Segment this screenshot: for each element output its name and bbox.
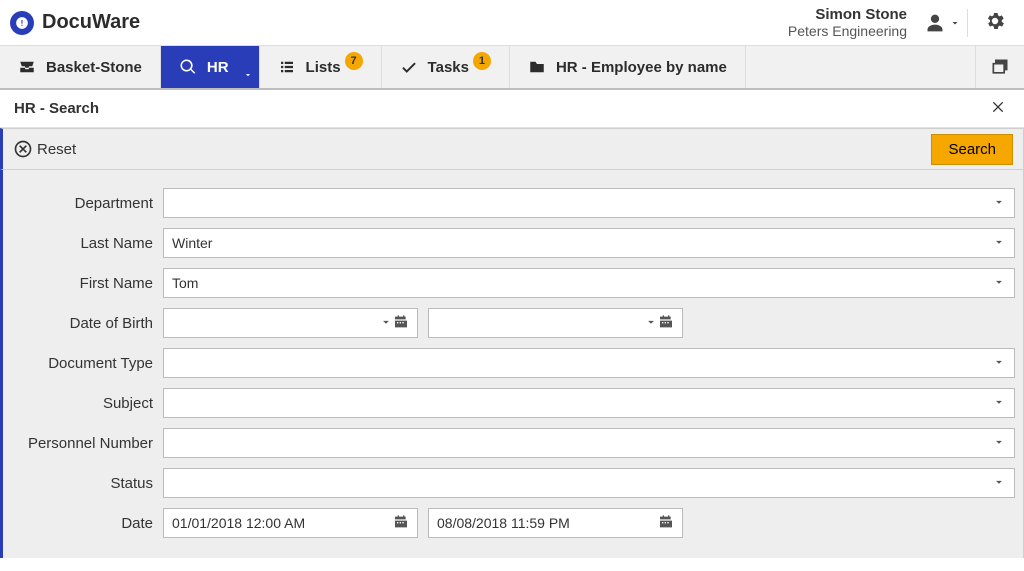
chevron-down-icon <box>992 275 1006 292</box>
chevron-down-icon <box>992 475 1006 492</box>
chevron-down-icon <box>992 395 1006 412</box>
tab-tasks[interactable]: Tasks 1 <box>382 46 510 88</box>
chevron-down-icon <box>992 235 1006 252</box>
tab-label: Tasks <box>428 59 469 76</box>
nav-tabs: Basket-Stone HR Lists 7 Tasks 1 HR - Emp… <box>0 46 1024 90</box>
panel-title: HR - Search <box>14 100 99 117</box>
last-name-field[interactable]: Winter <box>163 228 1015 258</box>
dob-to-field[interactable] <box>428 308 683 338</box>
folder-icon <box>528 58 546 76</box>
top-bar: DocuWare Simon Stone Peters Engineering <box>0 0 1024 46</box>
label-doc-type: Document Type <box>3 355 163 372</box>
label-date: Date <box>3 515 163 532</box>
calendar-icon <box>393 314 409 333</box>
check-icon <box>400 58 418 76</box>
inbox-icon <box>18 58 36 76</box>
calendar-icon <box>658 514 674 533</box>
label-personnel-no: Personnel Number <box>3 435 163 452</box>
doc-type-field[interactable] <box>163 348 1015 378</box>
badge-tasks: 1 <box>473 52 491 70</box>
chevron-down-icon <box>644 315 658 332</box>
window-mode-button[interactable] <box>976 46 1024 88</box>
chevron-down-icon <box>992 195 1006 212</box>
close-icon <box>990 99 1006 115</box>
search-button[interactable]: Search <box>931 134 1013 165</box>
brand-logo-icon <box>10 11 34 35</box>
badge-lists: 7 <box>345 52 363 70</box>
user-name: Simon Stone <box>788 6 907 23</box>
calendar-icon <box>658 314 674 333</box>
first-name-field[interactable]: Tom <box>163 268 1015 298</box>
tab-hr[interactable]: HR <box>161 46 260 88</box>
label-department: Department <box>3 195 163 212</box>
settings-button[interactable] <box>976 6 1014 39</box>
reset-button[interactable]: Reset <box>13 139 76 159</box>
chevron-down-icon <box>379 315 393 332</box>
dob-from-field[interactable] <box>163 308 418 338</box>
date-to-field[interactable]: 08/08/2018 11:59 PM <box>428 508 683 538</box>
label-first-name: First Name <box>3 275 163 292</box>
label-subject: Subject <box>3 395 163 412</box>
date-to-value: 08/08/2018 11:59 PM <box>437 515 658 531</box>
personnel-no-field[interactable] <box>163 428 1015 458</box>
calendar-icon <box>393 514 409 533</box>
reset-label: Reset <box>37 141 76 158</box>
list-icon <box>278 58 296 76</box>
chevron-down-icon <box>992 435 1006 452</box>
chevron-down-icon <box>992 355 1006 372</box>
reset-icon <box>13 139 33 159</box>
panel-header: HR - Search <box>0 90 1024 128</box>
tab-label: HR <box>207 59 229 76</box>
date-from-field[interactable]: 01/01/2018 12:00 AM <box>163 508 418 538</box>
close-button[interactable] <box>986 95 1010 123</box>
search-form: Department Last Name Winter First Name T… <box>0 170 1024 558</box>
brand-logo: DocuWare <box>10 11 140 35</box>
search-toolbar: Reset Search <box>0 128 1024 170</box>
user-org: Peters Engineering <box>788 23 907 39</box>
chevron-down-icon <box>243 67 253 84</box>
search-icon <box>179 58 197 76</box>
tab-hr-employee[interactable]: HR - Employee by name <box>510 46 746 88</box>
gear-icon <box>984 10 1006 32</box>
subject-field[interactable] <box>163 388 1015 418</box>
label-dob: Date of Birth <box>3 315 163 332</box>
label-status: Status <box>3 475 163 492</box>
label-last-name: Last Name <box>3 235 163 252</box>
tab-label: Lists <box>306 59 341 76</box>
user-menu-button[interactable] <box>919 9 968 37</box>
date-from-value: 01/01/2018 12:00 AM <box>172 515 393 531</box>
first-name-value: Tom <box>172 275 986 291</box>
brand-name: DocuWare <box>42 11 140 34</box>
tab-label: HR - Employee by name <box>556 59 727 76</box>
tab-basket[interactable]: Basket-Stone <box>0 46 161 88</box>
last-name-value: Winter <box>172 235 986 251</box>
department-field[interactable] <box>163 188 1015 218</box>
windows-icon <box>990 57 1010 77</box>
tab-lists[interactable]: Lists 7 <box>260 46 382 88</box>
user-info: Simon Stone Peters Engineering <box>788 6 907 39</box>
tab-label: Basket-Stone <box>46 59 142 76</box>
status-field[interactable] <box>163 468 1015 498</box>
